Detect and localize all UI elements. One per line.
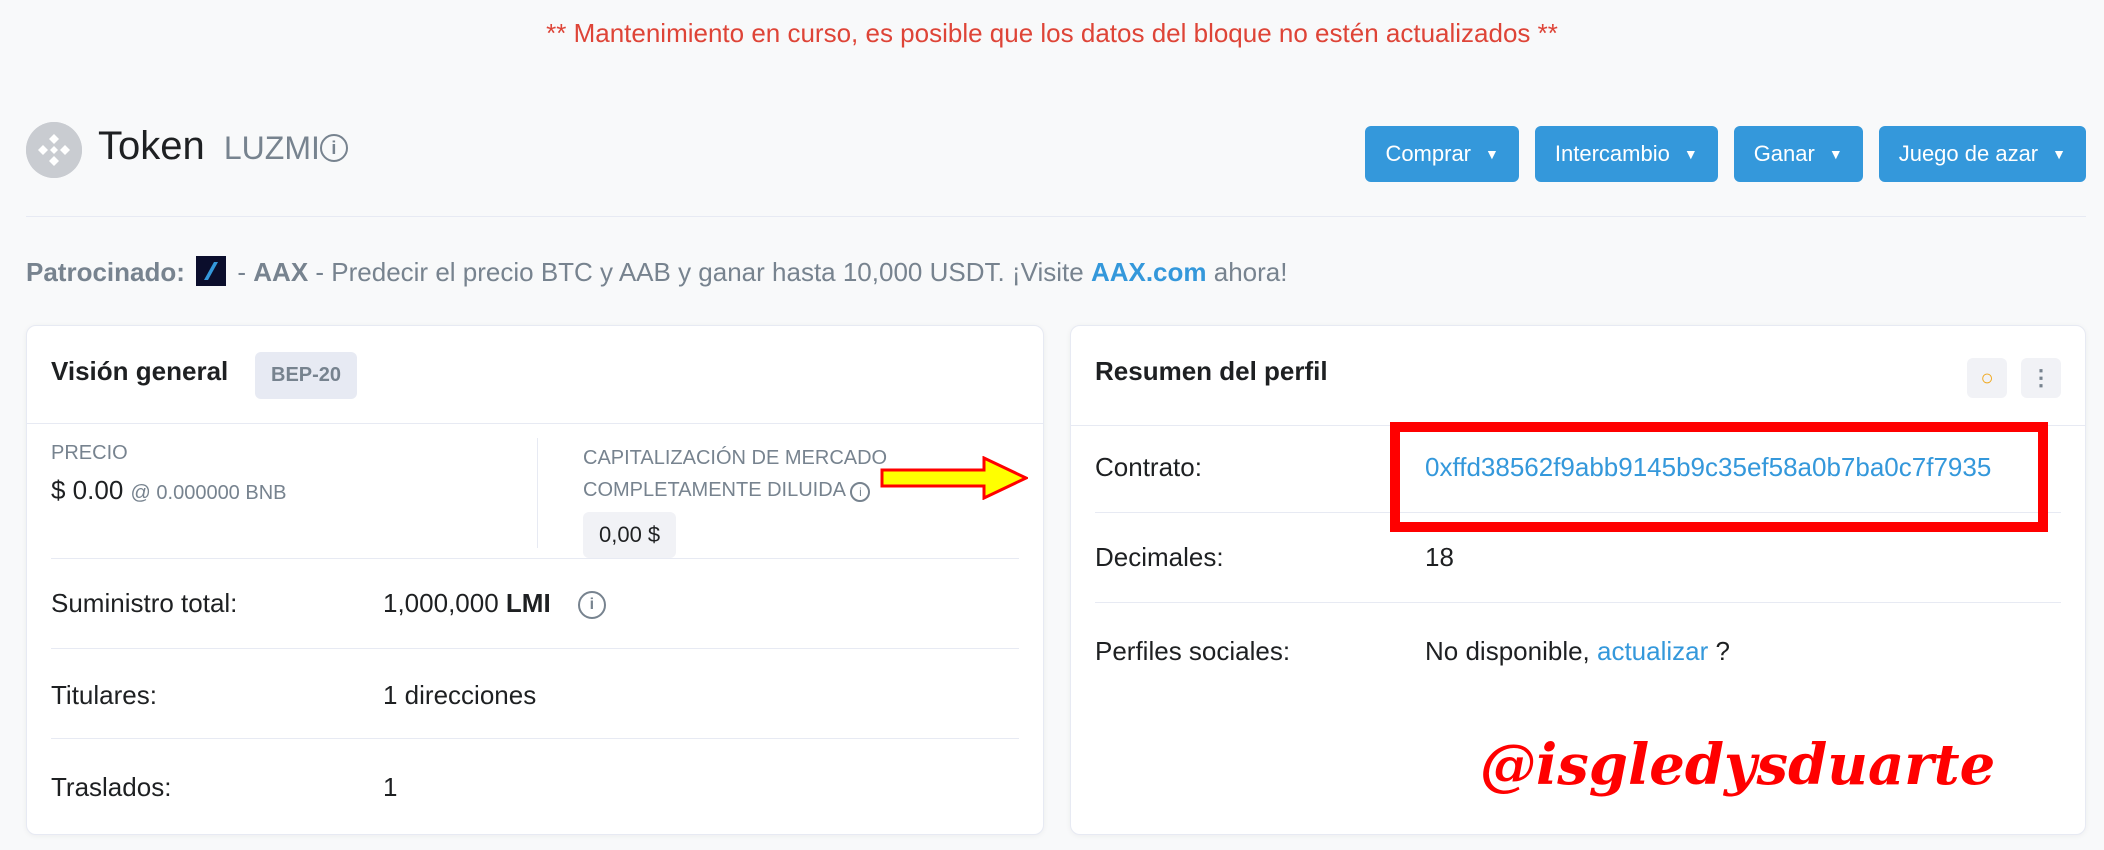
overview-card-header: Visión general BEP-20 [27,326,1043,424]
header-divider [26,216,2086,217]
social-profiles-value: No disponible, actualizar ? [1425,636,1730,667]
price-bnb: @ 0.000000 BNB [130,482,287,504]
page-title-text: Token [98,124,205,168]
social-status: No disponible, [1425,636,1597,666]
header-button-row: Comprar ▼ Intercambio ▼ Ganar ▼ Juego de… [1365,126,2086,182]
supply-value: 1,000,000 [383,588,499,618]
sponsor-link[interactable]: AAX.com [1091,257,1207,287]
update-link[interactable]: actualizar [1597,636,1708,666]
transfers-value: 1 [383,772,398,802]
vertical-divider [537,438,538,548]
profile-title: Resumen del perfil [1095,356,1328,386]
page-title: Token LUZMI i [98,124,348,169]
price-block: PRECIO $ 0.00 @ 0.000000 BNB [51,442,531,506]
info-icon[interactable]: i [850,482,871,502]
overview-title: Visión general [51,356,229,386]
contract-highlight-box [1390,422,2048,532]
market-cap-label: CAPITALIZACIÓN DE MERCADO COMPLETAMENTE … [583,447,888,501]
juego-de-azar-button[interactable]: Juego de azar ▼ [1878,126,2086,182]
decimals-label: Decimales: [1095,542,1224,572]
market-cap-value: 0,00 $ [583,512,677,558]
profile-header-icons: ○ ⋮ [1967,358,2061,398]
sponsor-banner: Patrocinado: - AAX - Predecir el precio … [26,256,1288,287]
price-value: $ 0.00 [51,475,124,505]
watermark-text: @isgledysduarte [1480,732,1996,798]
supply-value-row: 1,000,000 LMI i [383,588,606,620]
holders-value[interactable]: 1 direcciones [383,680,536,711]
social-profiles-label: Perfiles sociales: [1095,636,1291,666]
supply-symbol: LMI [505,588,551,618]
sponsor-suffix: ahora! [1206,257,1288,287]
comprar-button[interactable]: Comprar ▼ [1365,126,1519,182]
bnb-token-logo-icon [26,122,82,178]
overview-card: Visión general BEP-20 PRECIO $ 0.00 @ 0.… [26,325,1044,835]
chevron-down-icon: ▼ [1828,146,1843,162]
maintenance-notice: ** Mantenimiento en curso, es posible qu… [546,18,1558,48]
page-header: Token LUZMI i Comprar ▼ Intercambio ▼ Gan… [26,118,2086,218]
annotation-arrow-icon [880,456,1028,500]
transfers-label: Traslados: [51,772,172,802]
info-icon[interactable]: i [577,591,606,620]
row-divider [51,558,1019,559]
chevron-down-icon: ▼ [1485,146,1499,162]
ganar-button[interactable]: Ganar ▼ [1733,126,1863,182]
more-options-icon[interactable]: ⋮ [2021,358,2061,398]
price-label: PRECIO [51,442,128,464]
juego-de-azar-label: Juego de azar [1898,141,2039,166]
token-name: LUZMI [223,130,320,166]
ganar-label: Ganar [1753,141,1815,166]
comprar-label: Comprar [1385,141,1472,166]
status-circle-icon[interactable]: ○ [1967,358,2007,398]
holders-label: Titulares: [51,680,157,710]
sponsor-name[interactable]: AAX [253,257,308,287]
aax-logo-icon[interactable] [196,256,227,286]
info-icon[interactable]: i [319,134,348,163]
social-suffix: ? [1708,636,1730,666]
price-value-row: $ 0.00 @ 0.000000 BNB [51,475,531,506]
contract-label: Contrato: [1095,452,1202,482]
chevron-down-icon: ▼ [1683,146,1698,162]
decimals-value: 18 [1425,542,1454,572]
supply-label: Suministro total: [51,588,238,618]
row-divider [1095,602,2061,603]
intercambio-label: Intercambio [1554,141,1670,166]
sponsor-label: Patrocinado: [26,257,185,287]
token-standard-badge: BEP-20 [255,352,358,399]
sponsor-text: - Predecir el precio BTC y AAB y ganar h… [308,257,1091,287]
row-divider [51,738,1019,739]
row-divider [51,648,1019,649]
intercambio-button[interactable]: Intercambio ▼ [1534,126,1718,182]
chevron-down-icon: ▼ [2052,146,2066,162]
profile-card-header: Resumen del perfil ○ ⋮ [1071,326,2085,426]
